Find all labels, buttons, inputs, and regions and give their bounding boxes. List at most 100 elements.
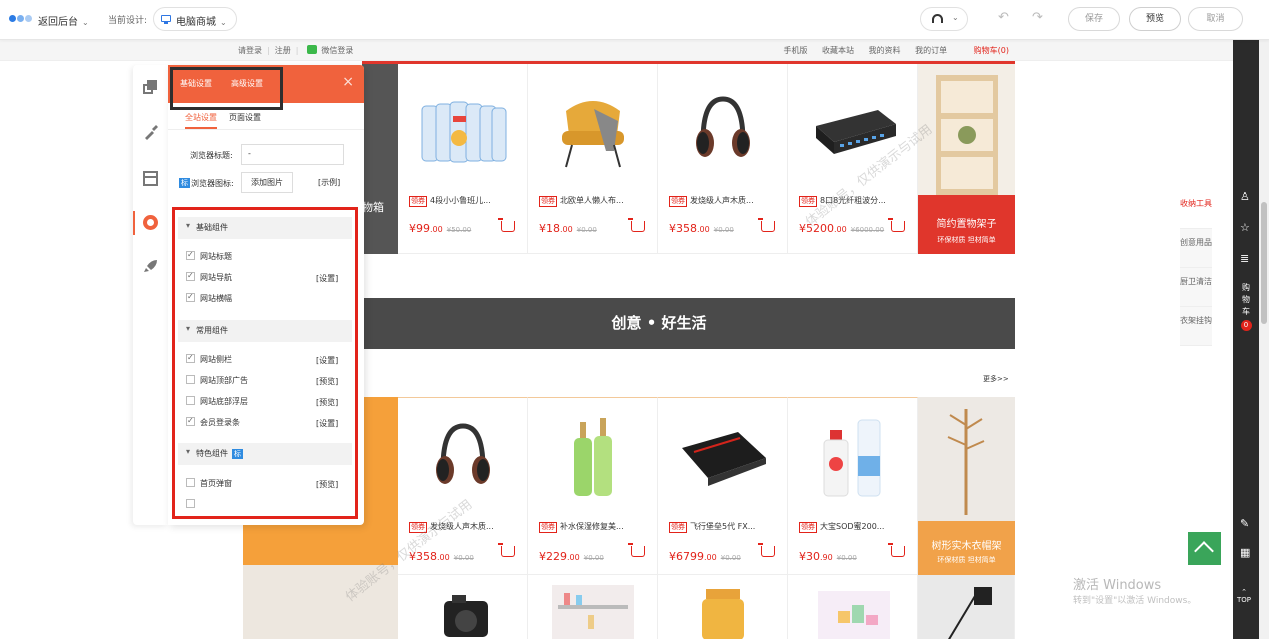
support-button[interactable]: ⌄ xyxy=(920,7,968,31)
logo xyxy=(9,14,33,24)
redo-icon[interactable]: ↷ xyxy=(1032,10,1043,25)
cart-icon[interactable] xyxy=(758,218,775,232)
product-card[interactable] xyxy=(788,575,918,639)
example-link[interactable]: [示例] xyxy=(318,177,340,188)
windows-activation-title: 激活 Windows xyxy=(1073,578,1162,593)
product-image xyxy=(552,585,634,639)
product-name: 4段小小鲁班儿... xyxy=(430,196,491,205)
product-card[interactable]: 领券 补水保湿修复美... ¥229.00 ¥0.00 xyxy=(528,397,658,575)
layers-icon[interactable] xyxy=(143,80,158,95)
product-card[interactable]: 领券 发烧级人声木质... ¥358.00 ¥0.00 xyxy=(658,61,788,254)
row1-left-banner[interactable]: 物箱 xyxy=(362,61,398,254)
cart-icon[interactable] xyxy=(628,218,645,232)
cart-icon[interactable] xyxy=(758,543,775,557)
editor-toolbar: 返回后台 ⌄ 当前设计: 电脑商城 ⌄ ⌄ ↶ ↷ 保存 预览 取消 xyxy=(0,0,1269,40)
scrollbar-track[interactable] xyxy=(1259,40,1269,639)
product-image xyxy=(574,418,612,496)
product-card[interactable]: 领券 大宝SOD蜜200... ¥30.90 ¥0.00 xyxy=(788,397,918,575)
product-image xyxy=(818,591,890,639)
add-image-button[interactable]: 添加图片 xyxy=(241,172,293,193)
row2-side-banner[interactable]: 树形实木衣帽架 环保材质 坦材简单 xyxy=(918,397,1015,575)
product-card[interactable] xyxy=(528,575,658,639)
more-link[interactable]: 更多>> xyxy=(983,374,1009,384)
category-item[interactable]: 收纳工具 xyxy=(1180,190,1212,229)
divider xyxy=(168,129,364,130)
product-price: ¥6799.00 ¥0.00 xyxy=(669,550,741,563)
my-orders-link[interactable]: 我的订单 xyxy=(915,46,947,55)
product-card[interactable] xyxy=(918,575,1015,639)
subtab-site-settings[interactable]: 全站设置 xyxy=(185,113,217,129)
product-card[interactable]: 领券 飞行堡垒5代 FX... ¥6799.00 ¥0.00 xyxy=(658,397,788,575)
qrcode-icon[interactable]: ▦ xyxy=(1240,546,1250,559)
preview-button[interactable]: 预览 xyxy=(1129,7,1181,31)
back-to-top-button[interactable]: ⌃ TOP xyxy=(1237,588,1251,604)
back-to-top-arrow-button[interactable] xyxy=(1188,532,1221,565)
cart-link[interactable]: 购物车(0) xyxy=(962,46,1009,55)
row3-left-banner[interactable] xyxy=(243,565,398,639)
product-card[interactable]: 领券 4段小小鲁班儿... ¥99.00 ¥50.00 xyxy=(398,61,528,254)
panel-icon-column xyxy=(133,65,168,525)
shop-top-bar: 请登录 | 注册 | 微信登录 手机版 收藏本站 我的资料 我的订单 购物车(0) xyxy=(0,40,1233,61)
browser-title-input[interactable]: - xyxy=(241,144,344,165)
product-card[interactable] xyxy=(398,575,528,639)
history-icon[interactable]: ≣ xyxy=(1240,252,1249,265)
theme-icon[interactable] xyxy=(143,215,158,230)
star-icon[interactable]: ☆ xyxy=(1240,221,1250,234)
browser-title-label: 浏览器标题: xyxy=(190,151,233,160)
coupon-tag: 领券 xyxy=(669,196,687,207)
close-icon[interactable]: × xyxy=(342,74,354,90)
wechat-login-link[interactable]: 微信登录 xyxy=(321,46,353,55)
coupon-tag: 领券 xyxy=(539,196,557,207)
coupon-tag: 领券 xyxy=(799,196,817,207)
sidebar-cart[interactable]: 购物车 0 xyxy=(1240,282,1252,331)
cart-icon[interactable] xyxy=(888,218,905,232)
cart-icon[interactable] xyxy=(888,543,905,557)
scrollbar-thumb[interactable] xyxy=(1261,202,1267,324)
my-info-link[interactable]: 我的资料 xyxy=(869,46,901,55)
product-name: 北欧单人懒人布... xyxy=(560,196,624,205)
current-design-label: 当前设计: xyxy=(108,16,148,26)
right-tool-sidebar: ♙ ☆ ≣ 购物车 0 ✎ ▦ ⌃ TOP xyxy=(1233,40,1259,639)
coupon-tag: 领券 xyxy=(799,522,817,533)
login-link[interactable]: 请登录 xyxy=(238,46,262,55)
cart-icon[interactable] xyxy=(498,543,515,557)
cart-icon[interactable] xyxy=(498,218,515,232)
mobile-link[interactable]: 手机版 xyxy=(783,46,807,55)
category-item[interactable]: 衣架挂钩 xyxy=(1180,307,1212,346)
chevron-down-icon: ⌄ xyxy=(952,13,959,22)
float-category-list: 收纳工具 创意用品 厨卫清洁 衣架挂钩 xyxy=(1180,190,1212,346)
category-item[interactable]: 厨卫清洁 xyxy=(1180,268,1212,307)
cart-icon[interactable] xyxy=(628,543,645,557)
brush-icon[interactable] xyxy=(143,125,158,140)
row1-side-banner[interactable]: 简约置物架子 环保材质 坦材简单 xyxy=(918,61,1015,254)
back-to-admin-button[interactable]: 返回后台 ⌄ xyxy=(38,13,89,28)
device-select[interactable]: 电脑商城 ⌄ xyxy=(153,7,237,31)
undo-icon[interactable]: ↶ xyxy=(998,10,1009,25)
product-card[interactable]: 领券 北欧单人懒人布... ¥18.00 ¥0.00 xyxy=(528,61,658,254)
product-price: ¥229.00 ¥0.00 xyxy=(539,550,604,563)
rocket-icon[interactable] xyxy=(143,259,158,274)
user-icon[interactable]: ♙ xyxy=(1240,190,1250,203)
cart-count-badge: 0 xyxy=(1240,320,1252,331)
cancel-button[interactable]: 取消 xyxy=(1188,7,1243,31)
product-card[interactable]: 领券 发烧级人声木质... ¥358.00 ¥0.00 xyxy=(398,397,528,575)
coupon-tag: 领券 xyxy=(409,196,427,207)
coupon-tag: 领券 xyxy=(669,522,687,533)
category-item[interactable]: 创意用品 xyxy=(1180,229,1212,268)
subtab-page-settings[interactable]: 页面设置 xyxy=(229,113,261,122)
product-card[interactable]: 领券 8口8光纤粗波分... ¥5200.00 ¥6000.00 xyxy=(788,61,918,254)
save-button[interactable]: 保存 xyxy=(1068,7,1120,31)
banner-title: 简约置物架子 xyxy=(936,219,997,230)
product-name: 发烧级人声木质... xyxy=(690,196,754,205)
product-price: ¥358.00 ¥0.00 xyxy=(409,550,474,563)
product-card[interactable] xyxy=(658,575,788,639)
layout-icon[interactable] xyxy=(143,171,158,186)
favorite-link[interactable]: 收藏本站 xyxy=(822,46,854,55)
panel-subtabs: 全站设置 页面设置 xyxy=(185,112,273,129)
product-name: 8口8光纤粗波分... xyxy=(820,196,886,205)
product-price: ¥30.90 ¥0.00 xyxy=(799,550,857,563)
edit-icon[interactable]: ✎ xyxy=(1240,517,1249,530)
register-link[interactable]: 注册 xyxy=(275,46,291,55)
banner-subtitle: 环保材质 坦材简单 xyxy=(937,236,996,244)
product-price: ¥358.00 ¥0.00 xyxy=(669,222,734,235)
